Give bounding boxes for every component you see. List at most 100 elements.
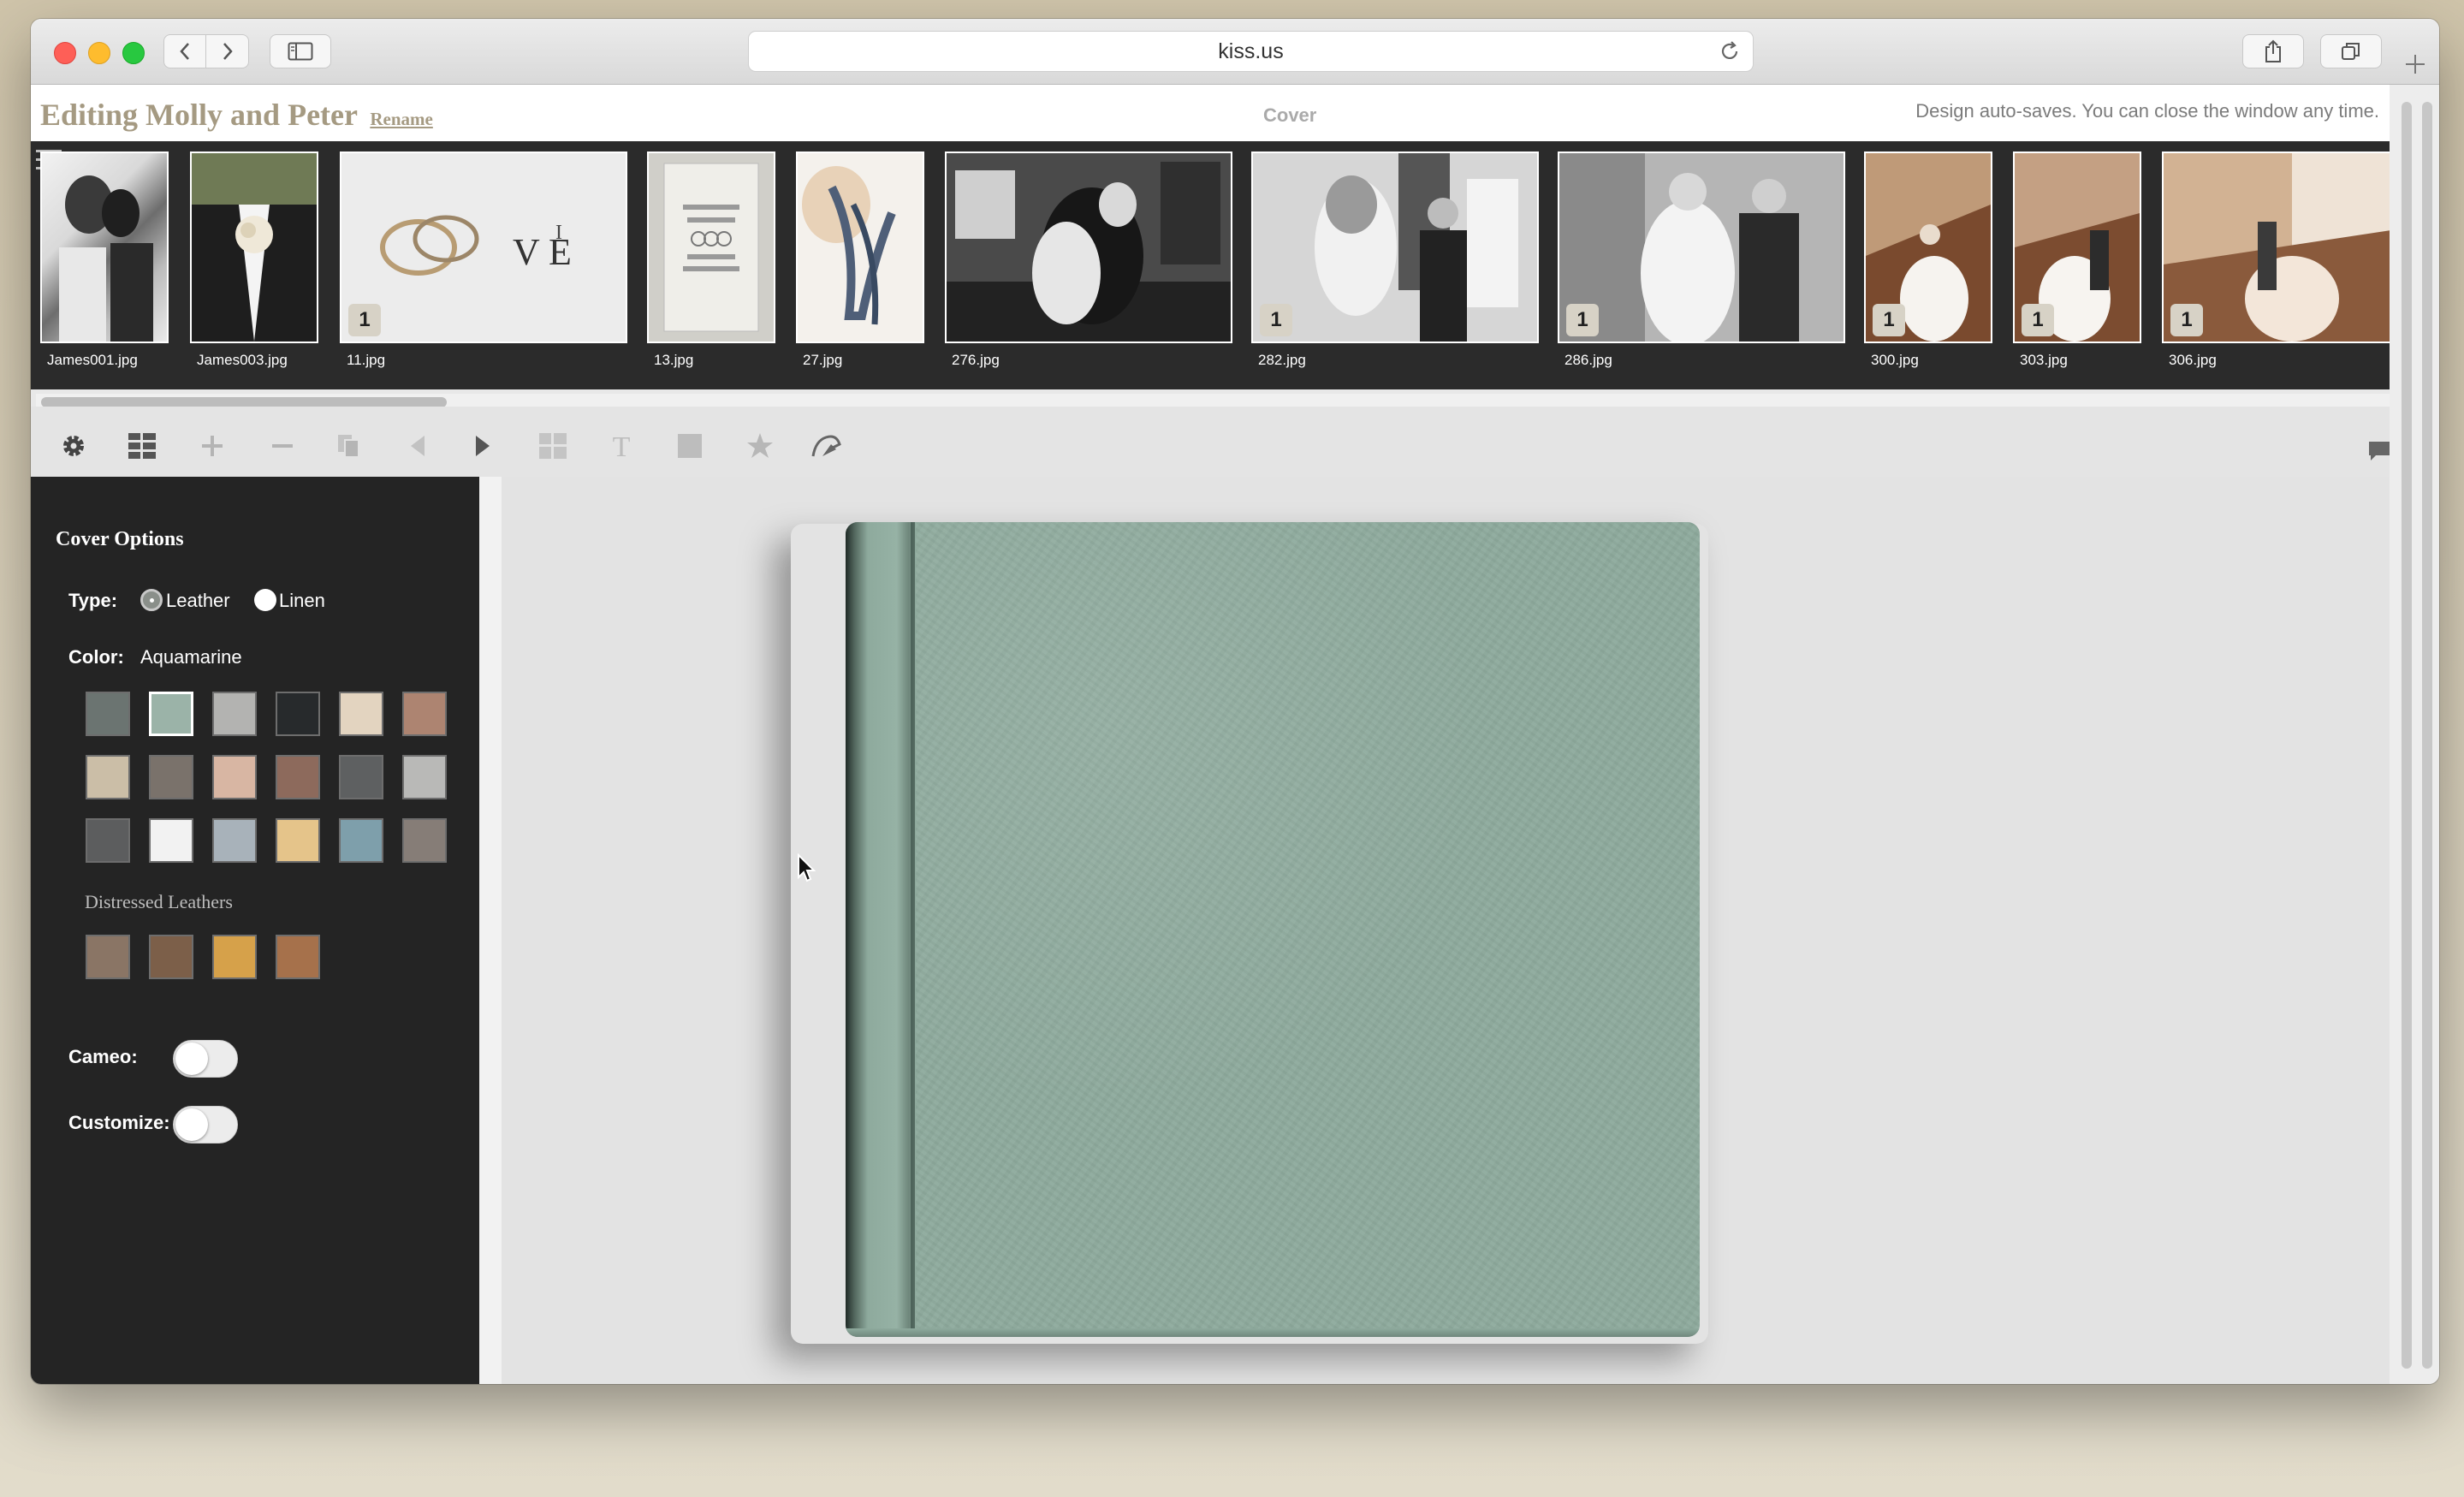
type-radio-leather[interactable]	[140, 589, 163, 611]
add-box-button[interactable]	[673, 429, 707, 463]
usage-badge: 1	[348, 304, 381, 336]
toggle-knob	[175, 1043, 208, 1075]
type-option-leather[interactable]: Leather	[166, 590, 230, 612]
customize-toggle[interactable]	[173, 1106, 238, 1144]
color-swatch[interactable]	[212, 692, 257, 736]
album-spine	[846, 522, 916, 1337]
photo-strip: James001.jpg James003.jpg V E I 1 11.jpg…	[31, 141, 2390, 411]
svg-text:I: I	[555, 222, 562, 244]
photo-boutonniere	[192, 153, 317, 342]
thumbnail[interactable]: 1 303.jpg	[2013, 151, 2141, 369]
favorite-button[interactable]	[743, 429, 777, 463]
color-swatch[interactable]	[212, 818, 257, 863]
next-page-button[interactable]	[466, 429, 500, 463]
type-radio-linen[interactable]	[254, 589, 276, 611]
color-swatch[interactable]	[86, 755, 130, 799]
zoom-window-button[interactable]	[122, 42, 145, 64]
thumbnail-filename: 286.jpg	[1564, 352, 1612, 368]
color-swatch[interactable]	[276, 818, 320, 863]
reload-icon[interactable]	[1719, 40, 1741, 62]
color-swatch[interactable]	[86, 692, 130, 736]
plus-icon	[202, 436, 223, 456]
back-button[interactable]	[163, 34, 206, 68]
color-swatch[interactable]	[276, 755, 320, 799]
distressed-color-swatch[interactable]	[276, 935, 320, 979]
thumbnail-filename: 300.jpg	[1871, 352, 1919, 368]
new-tab-button[interactable]	[2404, 50, 2426, 80]
color-value: Aquamarine	[140, 646, 242, 668]
thumbnail[interactable]: 13.jpg	[647, 151, 775, 369]
editor-header: Editing Molly and Peter Rename Cover Des…	[31, 85, 2439, 141]
url-text: kiss.us	[1218, 39, 1284, 63]
browser-window: kiss.us Editing Molly and Peter Rename C…	[31, 19, 2439, 1384]
panel-title: Cover Options	[56, 528, 184, 550]
cameo-toggle[interactable]	[173, 1040, 238, 1078]
thumbnail[interactable]: V E I 1 11.jpg	[340, 151, 627, 369]
layout-icon	[539, 433, 567, 459]
spine-seam	[911, 522, 915, 1337]
current-page-label: Cover	[1263, 104, 1317, 126]
add-text-button[interactable]: T	[604, 429, 638, 463]
settings-button[interactable]	[56, 429, 91, 463]
thumbnail[interactable]: James003.jpg	[190, 151, 318, 369]
outer-scrollbar-thumb[interactable]	[2422, 102, 2432, 1369]
type-option-linen[interactable]: Linen	[279, 590, 325, 612]
thumbnail[interactable]: James001.jpg	[40, 151, 169, 369]
cover-options-panel: Cover Options Type: Leather Linen Color:…	[31, 477, 479, 1384]
usage-badge: 1	[2022, 304, 2054, 336]
add-page-button[interactable]	[195, 429, 229, 463]
usage-badge: 1	[1260, 304, 1292, 336]
color-swatch[interactable]	[149, 692, 193, 736]
page-scrollbar-thumb[interactable]	[2402, 102, 2412, 1369]
color-swatch[interactable]	[402, 818, 447, 863]
duplicate-button[interactable]	[332, 429, 366, 463]
triangle-right-icon	[476, 436, 490, 456]
tab-overview-button[interactable]	[2320, 34, 2382, 68]
remove-page-button[interactable]	[265, 429, 300, 463]
color-swatch[interactable]	[339, 818, 383, 863]
grid-view-button[interactable]	[125, 429, 159, 463]
thumbnail[interactable]: 1 282.jpg	[1251, 151, 1539, 369]
color-swatch[interactable]	[339, 692, 383, 736]
address-bar[interactable]: kiss.us	[748, 31, 1754, 72]
photo-rings: V E I	[380, 215, 572, 276]
thumbnail[interactable]: 276.jpg	[945, 151, 1232, 369]
thumbnail[interactable]: 27.jpg	[796, 151, 924, 369]
page-scrollbar[interactable]	[2390, 85, 2439, 1384]
thumbnail[interactable]: 1 300.jpg	[1864, 151, 1992, 369]
sidebar-toggle-button[interactable]	[270, 34, 331, 68]
thumbnail[interactable]: 1 306.jpg	[2162, 151, 2390, 369]
plus-icon	[2406, 55, 2425, 74]
photo-invitation	[663, 163, 759, 332]
album-cover-preview[interactable]	[846, 522, 1700, 1337]
color-swatch[interactable]	[212, 755, 257, 799]
minimize-window-button[interactable]	[88, 42, 110, 64]
copy-icon	[338, 435, 359, 458]
previous-page-button[interactable]	[401, 429, 435, 463]
color-swatch[interactable]	[402, 755, 447, 799]
share-button[interactable]	[2242, 34, 2304, 68]
thumbnail-filename: 13.jpg	[654, 352, 694, 368]
color-swatch[interactable]	[149, 818, 193, 863]
usage-badge: 1	[1566, 304, 1599, 336]
svg-text:T: T	[613, 432, 631, 460]
thumbnail[interactable]: 1 286.jpg	[1558, 151, 1845, 369]
color-swatch[interactable]	[402, 692, 447, 736]
color-swatch[interactable]	[276, 692, 320, 736]
thumbnail-filename: 27.jpg	[803, 352, 843, 368]
signature-button[interactable]	[810, 429, 844, 463]
color-swatch[interactable]	[149, 755, 193, 799]
mouse-cursor-icon	[798, 853, 816, 882]
cameo-label: Cameo:	[68, 1046, 138, 1067]
distressed-color-swatch[interactable]	[149, 935, 193, 979]
close-window-button[interactable]	[54, 42, 76, 64]
text-icon: T	[613, 432, 631, 460]
forward-button[interactable]	[206, 34, 249, 68]
layout-button[interactable]	[536, 429, 570, 463]
rename-link[interactable]: Rename	[370, 109, 432, 129]
distressed-color-swatch[interactable]	[212, 935, 257, 979]
distressed-color-swatch[interactable]	[86, 935, 130, 979]
color-swatch[interactable]	[339, 755, 383, 799]
toggle-knob	[175, 1108, 208, 1141]
color-swatch[interactable]	[86, 818, 130, 863]
